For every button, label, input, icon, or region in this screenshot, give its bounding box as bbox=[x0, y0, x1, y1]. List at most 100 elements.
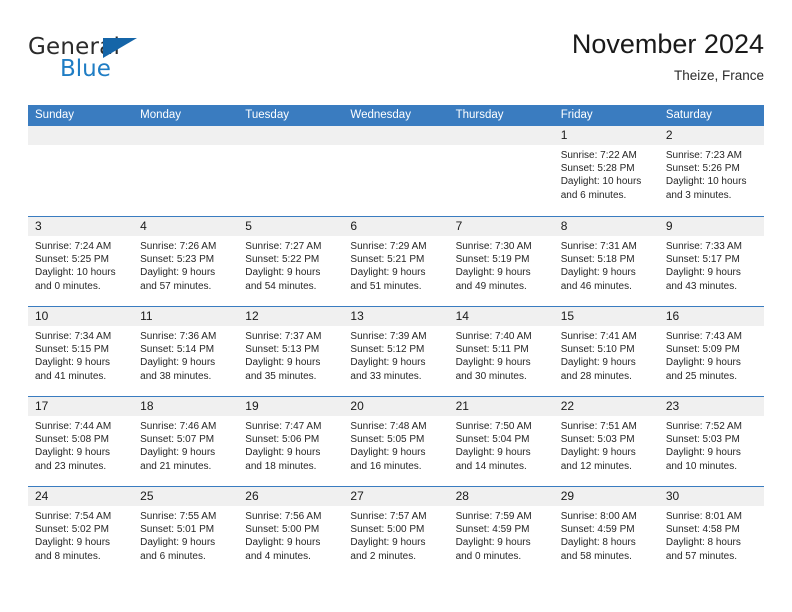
day-cell[interactable]: 16 Sunrise: 7:43 AM Sunset: 5:09 PM Dayl… bbox=[658, 307, 764, 396]
daylight-text-line1: Daylight: 9 hours bbox=[455, 447, 531, 459]
day-cell[interactable]: 26 Sunrise: 7:56 AM Sunset: 5:00 PM Dayl… bbox=[238, 487, 344, 576]
sunset-text: Sunset: 5:22 PM bbox=[245, 254, 320, 266]
general-blue-logo[interactable]: General Blue bbox=[28, 34, 208, 90]
sunset-text: Sunset: 5:23 PM bbox=[140, 254, 215, 266]
day-cell[interactable]: 8 Sunrise: 7:31 AM Sunset: 5:18 PM Dayli… bbox=[553, 217, 659, 306]
day-info: Sunrise: 7:46 AM Sunset: 5:07 PM Dayligh… bbox=[133, 416, 238, 473]
day-number: 19 bbox=[238, 397, 344, 416]
day-cell[interactable]: 23 Sunrise: 7:52 AM Sunset: 5:03 PM Dayl… bbox=[658, 397, 764, 486]
blue-triangle-flag-icon bbox=[103, 38, 137, 58]
day-cell[interactable]: 14 Sunrise: 7:40 AM Sunset: 5:11 PM Dayl… bbox=[448, 307, 554, 396]
day-info: Sunrise: 7:24 AM Sunset: 5:25 PM Dayligh… bbox=[28, 236, 133, 293]
day-cell[interactable]: 24 Sunrise: 7:54 AM Sunset: 5:02 PM Dayl… bbox=[28, 487, 134, 576]
day-cell[interactable]: 3 Sunrise: 7:24 AM Sunset: 5:25 PM Dayli… bbox=[28, 217, 134, 306]
day-cell[interactable] bbox=[448, 126, 554, 216]
daylight-text-line1: Daylight: 9 hours bbox=[560, 447, 636, 459]
sunrise-text: Sunrise: 7:46 AM bbox=[140, 421, 217, 432]
sunset-text: Sunset: 5:14 PM bbox=[140, 344, 215, 356]
daylight-text-line2: and 8 minutes. bbox=[35, 550, 101, 562]
sunrise-text: Sunrise: 7:30 AM bbox=[455, 241, 532, 252]
daylight-text-line1: Daylight: 8 hours bbox=[560, 537, 636, 549]
day-cell[interactable]: 20 Sunrise: 7:48 AM Sunset: 5:05 PM Dayl… bbox=[343, 397, 449, 486]
day-number bbox=[343, 126, 449, 145]
day-cell[interactable]: 2 Sunrise: 7:23 AM Sunset: 5:26 PM Dayli… bbox=[658, 126, 764, 216]
day-info: Sunrise: 7:36 AM Sunset: 5:14 PM Dayligh… bbox=[133, 326, 238, 383]
sunrise-text: Sunrise: 7:41 AM bbox=[560, 331, 637, 342]
day-info: Sunrise: 7:31 AM Sunset: 5:18 PM Dayligh… bbox=[554, 236, 659, 293]
daylight-text-line2: and 12 minutes. bbox=[560, 460, 632, 472]
sunrise-text: Sunrise: 7:52 AM bbox=[665, 421, 742, 432]
day-number: 17 bbox=[28, 397, 134, 416]
sunset-text: Sunset: 5:03 PM bbox=[560, 434, 635, 446]
sunrise-text: Sunrise: 7:37 AM bbox=[245, 331, 322, 342]
day-info: Sunrise: 7:47 AM Sunset: 5:06 PM Dayligh… bbox=[238, 416, 343, 473]
day-cell[interactable] bbox=[238, 126, 344, 216]
day-info: Sunrise: 7:37 AM Sunset: 5:13 PM Dayligh… bbox=[238, 326, 343, 383]
day-cell[interactable]: 4 Sunrise: 7:26 AM Sunset: 5:23 PM Dayli… bbox=[133, 217, 239, 306]
daylight-text-line1: Daylight: 9 hours bbox=[245, 267, 321, 279]
daylight-text-line2: and 6 minutes. bbox=[140, 550, 206, 562]
day-cell[interactable]: 7 Sunrise: 7:30 AM Sunset: 5:19 PM Dayli… bbox=[448, 217, 554, 306]
daylight-text-line1: Daylight: 9 hours bbox=[665, 267, 741, 279]
day-info: Sunrise: 7:40 AM Sunset: 5:11 PM Dayligh… bbox=[449, 326, 554, 383]
day-cell[interactable]: 15 Sunrise: 7:41 AM Sunset: 5:10 PM Dayl… bbox=[553, 307, 659, 396]
sunset-text: Sunset: 4:59 PM bbox=[560, 524, 635, 536]
day-cell[interactable]: 6 Sunrise: 7:29 AM Sunset: 5:21 PM Dayli… bbox=[343, 217, 449, 306]
day-number: 8 bbox=[553, 217, 659, 236]
sunrise-text: Sunrise: 7:54 AM bbox=[35, 511, 112, 522]
day-number bbox=[238, 126, 344, 145]
day-cell[interactable] bbox=[343, 126, 449, 216]
day-cell[interactable]: 13 Sunrise: 7:39 AM Sunset: 5:12 PM Dayl… bbox=[343, 307, 449, 396]
day-cell[interactable]: 19 Sunrise: 7:47 AM Sunset: 5:06 PM Dayl… bbox=[238, 397, 344, 486]
day-info bbox=[449, 145, 554, 149]
day-cell[interactable]: 28 Sunrise: 7:59 AM Sunset: 4:59 PM Dayl… bbox=[448, 487, 554, 576]
day-cell[interactable]: 25 Sunrise: 7:55 AM Sunset: 5:01 PM Dayl… bbox=[133, 487, 239, 576]
calendar-page: General Blue November 2024 Theize, Franc… bbox=[0, 0, 792, 612]
day-cell[interactable] bbox=[28, 126, 134, 216]
sunrise-text: Sunrise: 7:27 AM bbox=[245, 241, 322, 252]
day-cell[interactable]: 18 Sunrise: 7:46 AM Sunset: 5:07 PM Dayl… bbox=[133, 397, 239, 486]
daylight-text-line1: Daylight: 9 hours bbox=[350, 447, 426, 459]
sunrise-text: Sunrise: 7:40 AM bbox=[455, 331, 532, 342]
day-info: Sunrise: 7:55 AM Sunset: 5:01 PM Dayligh… bbox=[133, 506, 238, 563]
sunrise-text: Sunrise: 7:56 AM bbox=[245, 511, 322, 522]
day-info bbox=[28, 145, 133, 149]
sunset-text: Sunset: 5:01 PM bbox=[140, 524, 215, 536]
day-cell[interactable]: 9 Sunrise: 7:33 AM Sunset: 5:17 PM Dayli… bbox=[658, 217, 764, 306]
weekday-header-friday: Friday bbox=[560, 109, 593, 121]
day-cell[interactable]: 17 Sunrise: 7:44 AM Sunset: 5:08 PM Dayl… bbox=[28, 397, 134, 486]
day-cell[interactable]: 27 Sunrise: 7:57 AM Sunset: 5:00 PM Dayl… bbox=[343, 487, 449, 576]
day-cell[interactable]: 5 Sunrise: 7:27 AM Sunset: 5:22 PM Dayli… bbox=[238, 217, 344, 306]
day-cell[interactable] bbox=[133, 126, 239, 216]
daylight-text-line2: and 6 minutes. bbox=[560, 189, 627, 201]
day-cell[interactable]: 12 Sunrise: 7:37 AM Sunset: 5:13 PM Dayl… bbox=[238, 307, 344, 396]
sunrise-text: Sunrise: 7:57 AM bbox=[350, 511, 427, 522]
sunset-text: Sunset: 5:06 PM bbox=[245, 434, 320, 446]
day-cell[interactable]: 10 Sunrise: 7:34 AM Sunset: 5:15 PM Dayl… bbox=[28, 307, 134, 396]
sunset-text: Sunset: 5:18 PM bbox=[560, 254, 635, 266]
day-number: 1 bbox=[553, 126, 659, 145]
daylight-text-line2: and 16 minutes. bbox=[350, 460, 422, 472]
day-number: 2 bbox=[658, 126, 764, 145]
daylight-text-line1: Daylight: 9 hours bbox=[560, 357, 636, 369]
day-cell[interactable]: 11 Sunrise: 7:36 AM Sunset: 5:14 PM Dayl… bbox=[133, 307, 239, 396]
day-cell[interactable]: 21 Sunrise: 7:50 AM Sunset: 5:04 PM Dayl… bbox=[448, 397, 554, 486]
sunset-text: Sunset: 5:19 PM bbox=[455, 254, 530, 266]
day-number: 15 bbox=[553, 307, 659, 326]
day-cell[interactable]: 22 Sunrise: 7:51 AM Sunset: 5:03 PM Dayl… bbox=[553, 397, 659, 486]
weekday-header-thursday: Thursday bbox=[455, 109, 504, 121]
day-cell[interactable]: 30 Sunrise: 8:01 AM Sunset: 4:58 PM Dayl… bbox=[658, 487, 764, 576]
day-cell[interactable]: 29 Sunrise: 8:00 AM Sunset: 4:59 PM Dayl… bbox=[553, 487, 659, 576]
day-number: 14 bbox=[448, 307, 554, 326]
day-number: 9 bbox=[658, 217, 764, 236]
sunrise-text: Sunrise: 7:48 AM bbox=[350, 421, 427, 432]
day-info: Sunrise: 7:56 AM Sunset: 5:00 PM Dayligh… bbox=[238, 506, 343, 563]
day-info bbox=[133, 145, 238, 149]
daylight-text-line2: and 58 minutes. bbox=[560, 550, 632, 562]
day-number: 24 bbox=[28, 487, 134, 506]
weekday-header-tuesday: Tuesday bbox=[245, 109, 289, 121]
day-info: Sunrise: 7:34 AM Sunset: 5:15 PM Dayligh… bbox=[28, 326, 133, 383]
day-info: Sunrise: 7:50 AM Sunset: 5:04 PM Dayligh… bbox=[449, 416, 554, 473]
day-cell[interactable]: 1 Sunrise: 7:22 AM Sunset: 5:28 PM Dayli… bbox=[553, 126, 659, 216]
day-info: Sunrise: 7:29 AM Sunset: 5:21 PM Dayligh… bbox=[343, 236, 448, 293]
